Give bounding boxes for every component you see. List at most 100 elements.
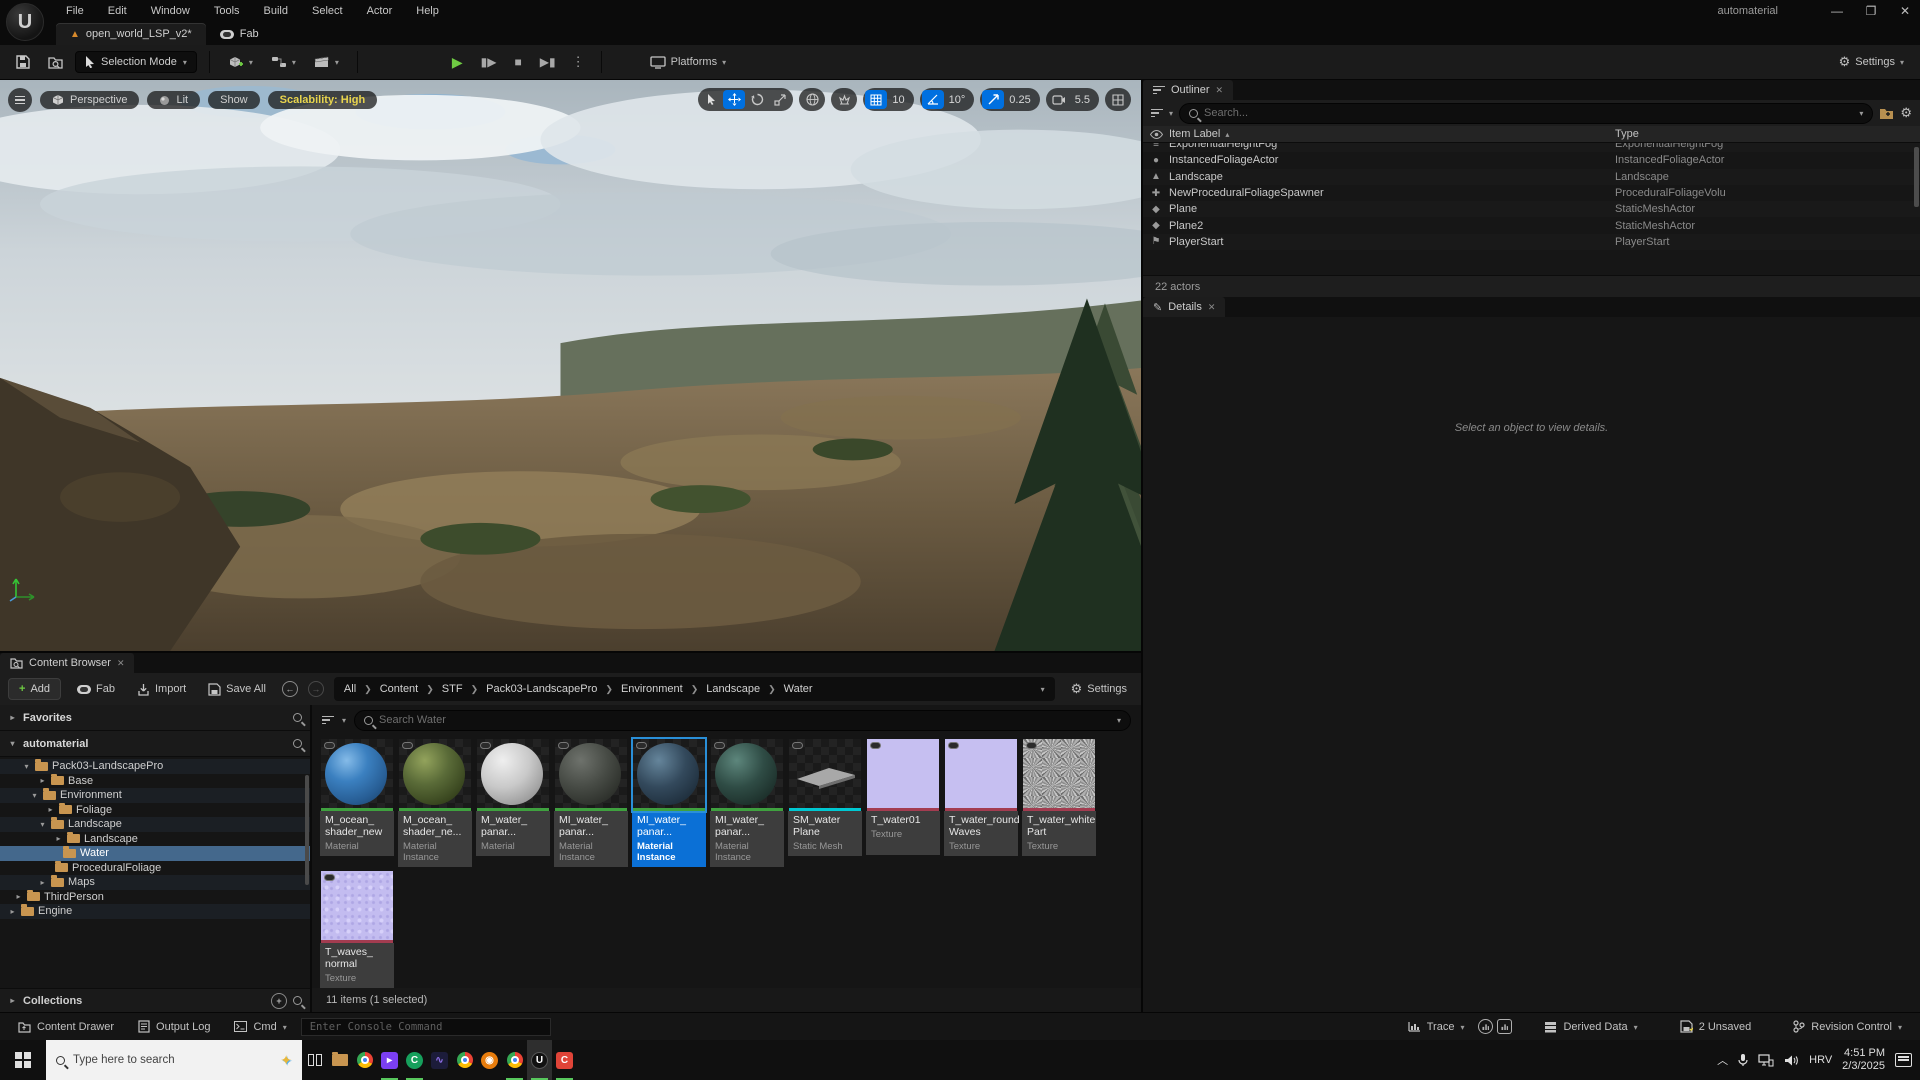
close-icon[interactable] <box>1208 301 1216 313</box>
favorites-section[interactable]: Favorites <box>0 705 310 731</box>
menu-help[interactable]: Help <box>406 3 449 19</box>
expand-arrow-icon[interactable] <box>8 996 17 1005</box>
taskbar-search-box[interactable]: ✦ <box>46 1040 302 1080</box>
tree-scrollbar[interactable] <box>305 775 309 885</box>
folder-item-water[interactable]: Water <box>0 846 310 861</box>
back-button[interactable]: ← <box>282 681 298 697</box>
collapse-arrow-icon[interactable] <box>38 820 47 829</box>
file-explorer-button[interactable] <box>327 1040 352 1080</box>
folder-item[interactable]: Pack03-LandscapePro <box>0 759 310 774</box>
visibility-column-header[interactable] <box>1143 130 1169 139</box>
outliner-row[interactable]: ●InstancedFoliageActorInstancedFoliageAc… <box>1143 152 1920 168</box>
breadcrumb-all[interactable]: All <box>344 683 356 695</box>
select-tool[interactable] <box>700 90 722 109</box>
maximize-viewport-button[interactable] <box>1107 90 1129 109</box>
revision-control-dropdown[interactable]: Revision Control <box>1783 1016 1912 1037</box>
coordinate-space-toggle[interactable] <box>799 88 825 111</box>
platforms-dropdown[interactable]: Platforms <box>644 52 732 73</box>
collapse-arrow-icon[interactable] <box>8 739 17 748</box>
folder-item[interactable]: Foliage <box>0 803 310 818</box>
asset-search-input[interactable] <box>379 714 1111 726</box>
blueprints-dropdown[interactable] <box>265 51 302 73</box>
item-label-column-header[interactable]: Item Label <box>1169 128 1615 140</box>
frame-skip-button[interactable]: ▮▶ <box>475 51 503 73</box>
path-dropdown-chevron[interactable] <box>1041 683 1045 695</box>
start-button[interactable] <box>0 1040 46 1080</box>
add-actor-dropdown[interactable] <box>222 51 259 74</box>
collapse-arrow-icon[interactable] <box>22 762 31 771</box>
asset-tile[interactable]: M_ocean_shader_newMaterial <box>320 739 394 867</box>
camera-speed-value[interactable]: 5.5 <box>1071 94 1097 106</box>
filter-icon[interactable] <box>322 714 334 727</box>
breadcrumb-environment[interactable]: Environment <box>621 683 683 695</box>
scale-snap-toggle[interactable] <box>982 90 1004 109</box>
save-all-button[interactable]: Save All <box>202 679 272 700</box>
rotate-tool[interactable] <box>746 90 768 109</box>
search-icon[interactable] <box>293 996 302 1005</box>
show-dropdown[interactable]: Show <box>208 91 260 109</box>
folder-item[interactable]: Engine <box>0 904 310 919</box>
restore-button[interactable]: ❐ <box>1856 1 1886 21</box>
expand-arrow-icon[interactable] <box>8 907 17 916</box>
asset-tile[interactable]: MI_water_panar...Material Instance <box>554 739 628 867</box>
details-tab[interactable]: ✎ Details <box>1143 297 1225 317</box>
outliner-search-input[interactable] <box>1204 107 1853 119</box>
expand-arrow-icon[interactable] <box>38 776 47 785</box>
surface-snapping-toggle[interactable] <box>831 88 857 111</box>
asset-tile[interactable]: T_water_whitePartTexture <box>1022 739 1096 867</box>
folder-item[interactable]: Maps <box>0 875 310 890</box>
project-root-section[interactable]: automaterial <box>0 731 310 757</box>
cinematics-dropdown[interactable] <box>308 51 345 73</box>
asset-tile-selected[interactable]: MI_water_panar...Material Instance <box>632 739 706 867</box>
unsaved-changes-button[interactable]: 2 Unsaved <box>1670 1016 1762 1037</box>
browse-content-button[interactable] <box>42 51 69 73</box>
type-column-header[interactable]: Type <box>1615 128 1920 140</box>
red-app-button[interactable]: C <box>552 1040 577 1080</box>
close-icon[interactable] <box>1216 84 1224 96</box>
folder-item[interactable]: Environment <box>0 788 310 803</box>
chrome-profile2-button[interactable] <box>502 1040 527 1080</box>
asset-tile[interactable]: M_ocean_shader_ne...Material Instance <box>398 739 472 867</box>
import-button[interactable]: Import <box>131 679 192 700</box>
tab-level[interactable]: ▲ open_world_LSP_v2* <box>56 23 206 45</box>
close-button[interactable]: ✕ <box>1890 1 1920 21</box>
breadcrumb-water[interactable]: Water <box>784 683 813 695</box>
chevron-down-icon[interactable] <box>1859 107 1863 119</box>
grid-snap-value[interactable]: 10 <box>888 94 911 106</box>
blender-button[interactable]: ◉ <box>477 1040 502 1080</box>
chrome-button[interactable] <box>352 1040 377 1080</box>
asset-tile[interactable]: T_waves_normalTexture <box>320 871 394 988</box>
asset-search-box[interactable] <box>354 710 1131 731</box>
viewport-options-menu[interactable] <box>8 88 32 112</box>
taskbar-clock[interactable]: 4:51 PM 2/3/2025 <box>1842 1047 1885 1073</box>
save-button[interactable] <box>10 51 36 73</box>
chrome-profile-button[interactable] <box>452 1040 477 1080</box>
taskbar-search-input[interactable] <box>73 1054 272 1066</box>
minimize-button[interactable]: — <box>1822 1 1852 21</box>
asset-tile[interactable]: SM_waterPlaneStatic Mesh <box>788 739 862 867</box>
outliner-row[interactable]: ▲LandscapeLandscape <box>1143 169 1920 185</box>
collections-section[interactable]: Collections + <box>0 988 310 1012</box>
search-icon[interactable] <box>293 713 302 722</box>
asset-tile[interactable]: M_water_panar...Material <box>476 739 550 867</box>
expand-arrow-icon[interactable] <box>46 805 55 814</box>
folder-item[interactable]: ProceduralFoliage <box>0 861 310 876</box>
cb-settings-dropdown[interactable]: ⚙ Settings <box>1065 677 1133 701</box>
tab-fab[interactable]: Fab <box>206 23 273 45</box>
breadcrumb-landscape[interactable]: Landscape <box>706 683 760 695</box>
selection-mode-dropdown[interactable]: Selection Mode <box>75 51 197 73</box>
level-viewport[interactable]: Perspective Lit Show Scalability: High <box>0 80 1141 651</box>
audacity-button[interactable]: ∿ <box>427 1040 452 1080</box>
rotation-snap-value[interactable]: 10° <box>945 94 973 106</box>
profiler-icon[interactable] <box>1497 1019 1512 1034</box>
folder-item[interactable]: Landscape <box>0 832 310 847</box>
outliner-tab[interactable]: Outliner <box>1143 80 1233 100</box>
notification-center-icon[interactable] <box>1895 1053 1912 1067</box>
network-icon[interactable] <box>1758 1054 1774 1067</box>
speaker-icon[interactable] <box>1784 1054 1799 1067</box>
outliner-search-box[interactable] <box>1179 103 1873 124</box>
console-command-box[interactable] <box>301 1018 551 1036</box>
view-mode-dropdown[interactable]: Lit <box>147 91 200 109</box>
move-tool[interactable] <box>723 90 745 109</box>
trace-dropdown[interactable]: Trace <box>1398 1017 1475 1037</box>
